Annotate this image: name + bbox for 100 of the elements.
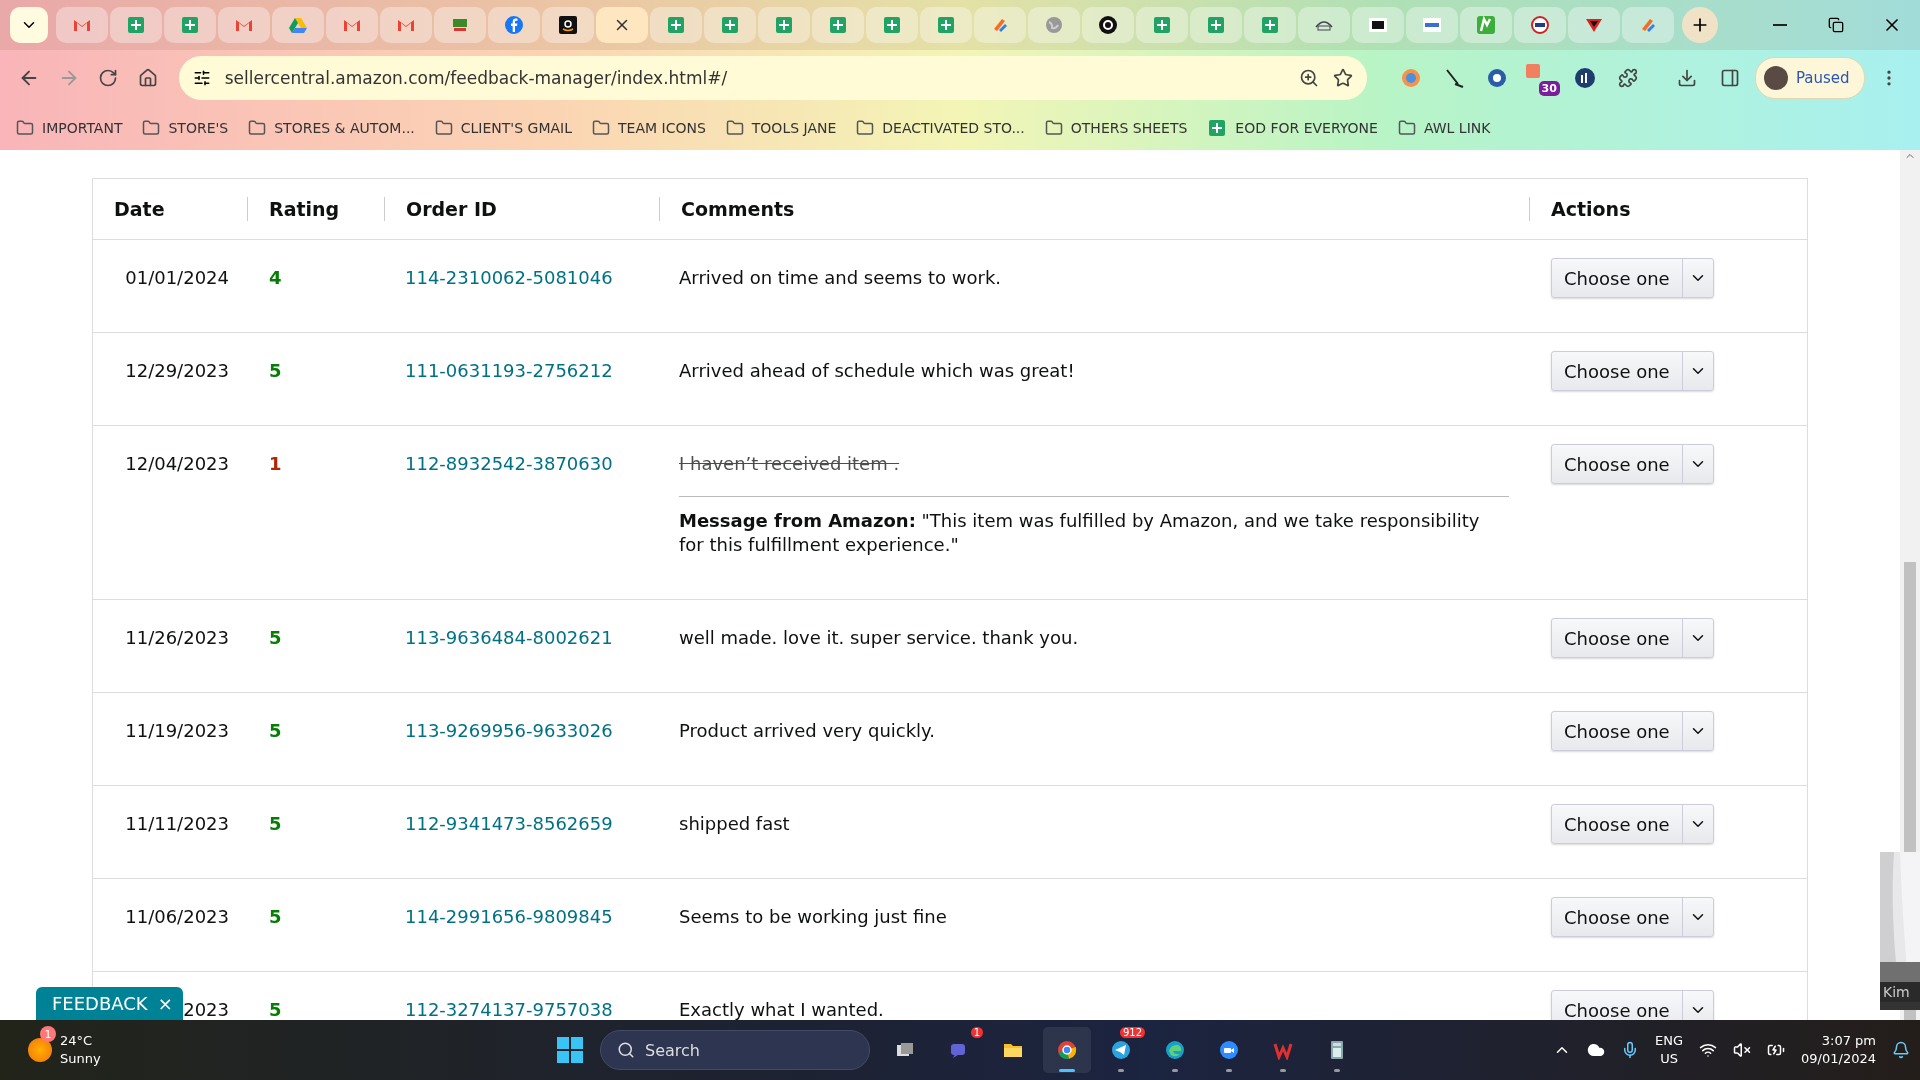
zoom-icon[interactable]: [1298, 68, 1319, 88]
folder-icon: [1044, 119, 1063, 137]
action-dropdown[interactable]: Choose one: [1551, 804, 1714, 844]
globe-icon: [1044, 15, 1064, 35]
comment-text: Arrived on time and seems to work.: [679, 266, 1003, 290]
feedback-label: FEEDBACK: [52, 993, 148, 1014]
action-dropdown[interactable]: Choose one: [1551, 258, 1714, 298]
feedback-tab[interactable]: FEEDBACK ×: [36, 987, 183, 1020]
cloud-icon[interactable]: [1587, 1041, 1606, 1059]
rating-text: 5: [269, 813, 282, 834]
notification-icon[interactable]: [1892, 1041, 1910, 1059]
temperature-text: 24°C: [60, 1032, 94, 1050]
bookmark-item[interactable]: IMPORTANT: [16, 119, 123, 137]
close-button[interactable]: ×: [157, 993, 173, 1014]
action-dropdown[interactable]: Choose one: [1551, 990, 1714, 1020]
spreadsheet-icon: [1206, 15, 1226, 35]
column-header: Order ID: [384, 197, 659, 221]
clock[interactable]: 3:07 pm 09/01/2024: [1801, 1032, 1876, 1068]
restore-icon: [1828, 17, 1844, 33]
extension-icon[interactable]: [1573, 67, 1596, 89]
caption-text: Kim: [1880, 982, 1920, 1002]
spreadsheet-icon: [1260, 15, 1280, 35]
logo-icon: [1476, 15, 1496, 35]
date-text: 11/26/2023: [125, 627, 229, 648]
sun-icon[interactable]: [28, 1038, 52, 1062]
extension-icon[interactable]: [1486, 67, 1509, 89]
bookmark-item[interactable]: DEACTIVATED STO...: [856, 119, 1025, 137]
bookmark-item[interactable]: CLIENT'S GMAIL: [434, 119, 572, 137]
bookmark-item[interactable]: STORES & AUTOM...: [248, 119, 415, 137]
swirl-logo-icon: [1165, 1040, 1185, 1060]
folder-icon: [1397, 119, 1416, 137]
browser-icon: [1057, 1040, 1077, 1060]
comment-text: Seems to be working just fine: [679, 905, 948, 929]
column-header: Rating: [247, 197, 384, 221]
bookmark-item[interactable]: STORE'S: [142, 119, 229, 137]
order-id-link[interactable]: 113-9269956-9633026: [384, 720, 613, 741]
action-dropdown[interactable]: Choose one: [1551, 351, 1714, 391]
broom-icon[interactable]: [1443, 67, 1465, 89]
url-text: sellercentral.amazon.com/feedback-manager/index.html#/: [224, 68, 729, 88]
paper-plane-icon: [1111, 1040, 1131, 1060]
action-dropdown[interactable]: Choose one: [1551, 897, 1714, 937]
bookmark-star-icon[interactable]: [1332, 68, 1353, 88]
windows-logo-icon[interactable]: [556, 1036, 584, 1064]
action-dropdown[interactable]: Choose one: [1551, 444, 1714, 484]
home-icon: [137, 68, 158, 88]
spreadsheet-icon: [1207, 118, 1228, 138]
bookmark-item[interactable]: OTHERS SHEETS: [1044, 119, 1188, 137]
action-dropdown[interactable]: Choose one: [1551, 618, 1714, 658]
count-badge: 1: [970, 1027, 983, 1038]
browser-tab[interactable]: [1352, 7, 1404, 43]
taskbar-app[interactable]: 1: [935, 1027, 983, 1073]
mute-icon[interactable]: [1733, 1041, 1752, 1059]
order-id-link[interactable]: 112-8932542-3870630: [384, 453, 613, 474]
folder-icon: [434, 119, 453, 137]
column-header: Actions: [1529, 197, 1807, 221]
bookmark-item[interactable]: EOD FOR EVERYONE: [1207, 118, 1378, 138]
triangle-logo-icon: [288, 15, 308, 35]
spreadsheet-icon: [882, 15, 902, 35]
video-overlay[interactable]: Kim: [1880, 852, 1920, 1010]
folder-icon: [16, 119, 34, 137]
spreadsheet-icon: [720, 15, 740, 35]
taskbar-app[interactable]: [1043, 1027, 1091, 1073]
download-icon[interactable]: [1676, 68, 1697, 88]
extensions-icon[interactable]: [1618, 68, 1638, 88]
order-id-link[interactable]: 111-0631193-2756212: [384, 360, 613, 381]
rating-text: 4: [269, 267, 282, 288]
address-bar[interactable]: sellercentral.amazon.com/feedback-manager/index.html#/: [178, 56, 1367, 100]
side-panel-icon[interactable]: [1720, 68, 1741, 88]
comment-text: I haven’t received item .: [679, 452, 901, 476]
minimize-icon: [1773, 24, 1787, 26]
rating-text: 5: [269, 720, 282, 741]
language-indicator[interactable]: ENG US: [1655, 1032, 1684, 1068]
taskbar-search[interactable]: Search: [600, 1030, 870, 1070]
new-tab-button[interactable]: [1682, 7, 1718, 43]
avatar-icon: [1763, 66, 1788, 90]
browser-tab[interactable]: [1082, 7, 1134, 43]
browser-tab[interactable]: [542, 7, 594, 43]
order-id-link[interactable]: 112-3274137-9757038: [384, 999, 613, 1020]
bookmark-item[interactable]: TEAM ICONS: [592, 119, 706, 137]
browser-tab[interactable]: [1514, 7, 1566, 43]
taskbar-app[interactable]: 912: [1097, 1027, 1145, 1073]
date-text: 2023: [183, 999, 229, 1020]
folder-icon: [248, 119, 267, 137]
order-id-link[interactable]: 112-9341473-8562659: [384, 813, 613, 834]
wifi-icon[interactable]: [1699, 1041, 1718, 1059]
profile-button[interactable]: Paused: [1754, 57, 1865, 99]
search-icon: [617, 1041, 635, 1059]
column-header: Date: [113, 197, 166, 221]
count-badge: 912: [1119, 1027, 1145, 1038]
date-text: 11/11/2023: [125, 813, 229, 834]
logo-icon: [558, 15, 578, 35]
action-dropdown[interactable]: Choose one: [1551, 711, 1714, 751]
order-id-link[interactable]: 113-9636484-8002621: [384, 627, 613, 648]
site-settings-icon[interactable]: [192, 69, 211, 87]
order-id-link[interactable]: 114-2991656-9809845: [384, 906, 613, 927]
bookmark-item[interactable]: TOOLS JANE: [725, 119, 837, 137]
order-id-link[interactable]: 114-2310062-5081046: [384, 267, 613, 288]
logo-icon: [1530, 15, 1550, 35]
spreadsheet-icon: [1152, 15, 1172, 35]
bookmark-item[interactable]: AWL LINK: [1397, 119, 1491, 137]
